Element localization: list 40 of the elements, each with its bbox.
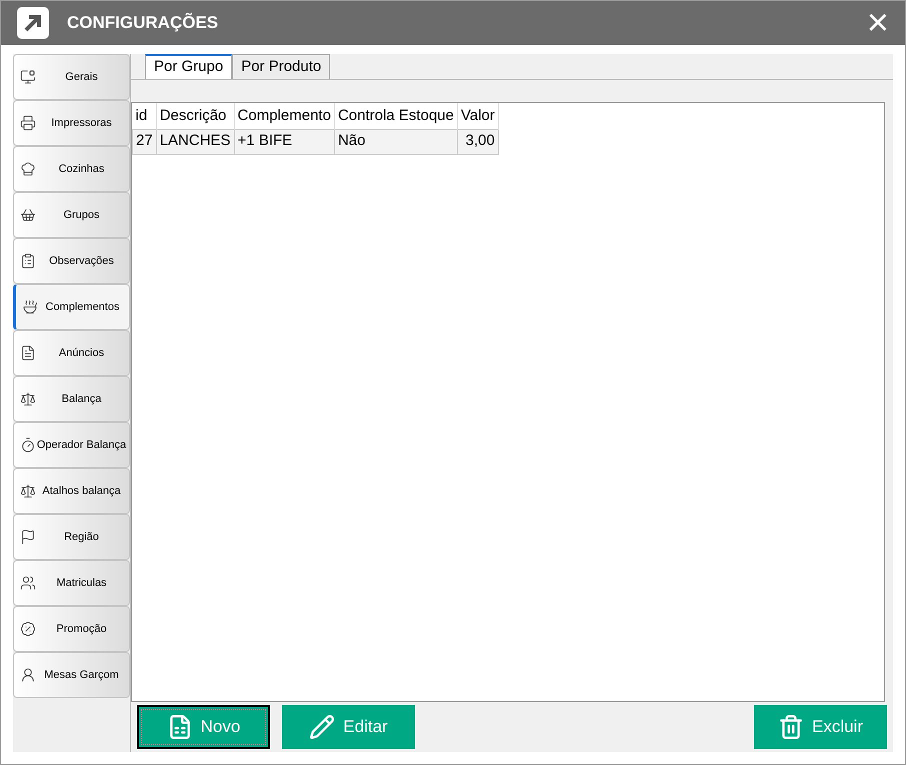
document-icon — [20, 345, 36, 361]
chef-hat-icon — [20, 161, 36, 177]
person-icon — [20, 667, 36, 683]
percent-badge-icon — [20, 621, 36, 637]
stopwatch-icon — [20, 437, 36, 453]
bowl-icon — [22, 299, 38, 315]
basket-icon — [20, 207, 36, 223]
monitor-gear-icon — [20, 69, 36, 85]
sidebar-item[interactable]: Matriculas — [13, 560, 130, 606]
tab[interactable]: Por Produto — [232, 54, 330, 79]
table-cell: 27 — [132, 129, 156, 154]
tab[interactable]: Por Grupo — [145, 54, 232, 79]
people-icon — [20, 575, 36, 591]
sidebar-item[interactable]: Grupos — [13, 192, 130, 238]
close-button[interactable]: × — [866, 4, 889, 42]
clipboard-icon — [20, 253, 36, 269]
sidebar-item[interactable]: Anúncios — [13, 330, 130, 376]
sidebar-item[interactable]: Gerais — [13, 54, 130, 100]
table-cell: +1 BIFE — [234, 129, 334, 154]
sidebar-item[interactable]: Cozinhas — [13, 146, 130, 192]
pencil-icon — [309, 714, 336, 740]
printer-icon — [20, 115, 36, 131]
sidebar-item[interactable]: Observações — [13, 238, 130, 284]
table-cell: LANCHES — [156, 129, 234, 154]
sidebar-item[interactable]: Operador Balança — [13, 422, 130, 468]
sidebar-item[interactable]: Promoção — [13, 606, 130, 652]
sidebar-item[interactable]: Complementos — [13, 284, 130, 330]
sidebar-item[interactable]: Atalhos balança — [13, 468, 130, 514]
arrow-logo-icon — [17, 7, 49, 39]
flag-icon — [20, 529, 36, 545]
sidebar-item[interactable]: Impressoras — [13, 100, 130, 146]
sidebar-item[interactable]: Região — [13, 514, 130, 560]
scale-icon — [20, 483, 36, 499]
scale-icon — [20, 391, 36, 407]
sidebar-item[interactable]: Balança — [13, 376, 130, 422]
table-cell: Não — [334, 129, 458, 154]
trash-icon — [778, 714, 804, 740]
table-cell: 3,00 — [457, 129, 498, 154]
window-title: CONFIGURAÇÕES — [67, 12, 218, 34]
sidebar-item[interactable]: Mesas Garçom — [13, 652, 130, 698]
